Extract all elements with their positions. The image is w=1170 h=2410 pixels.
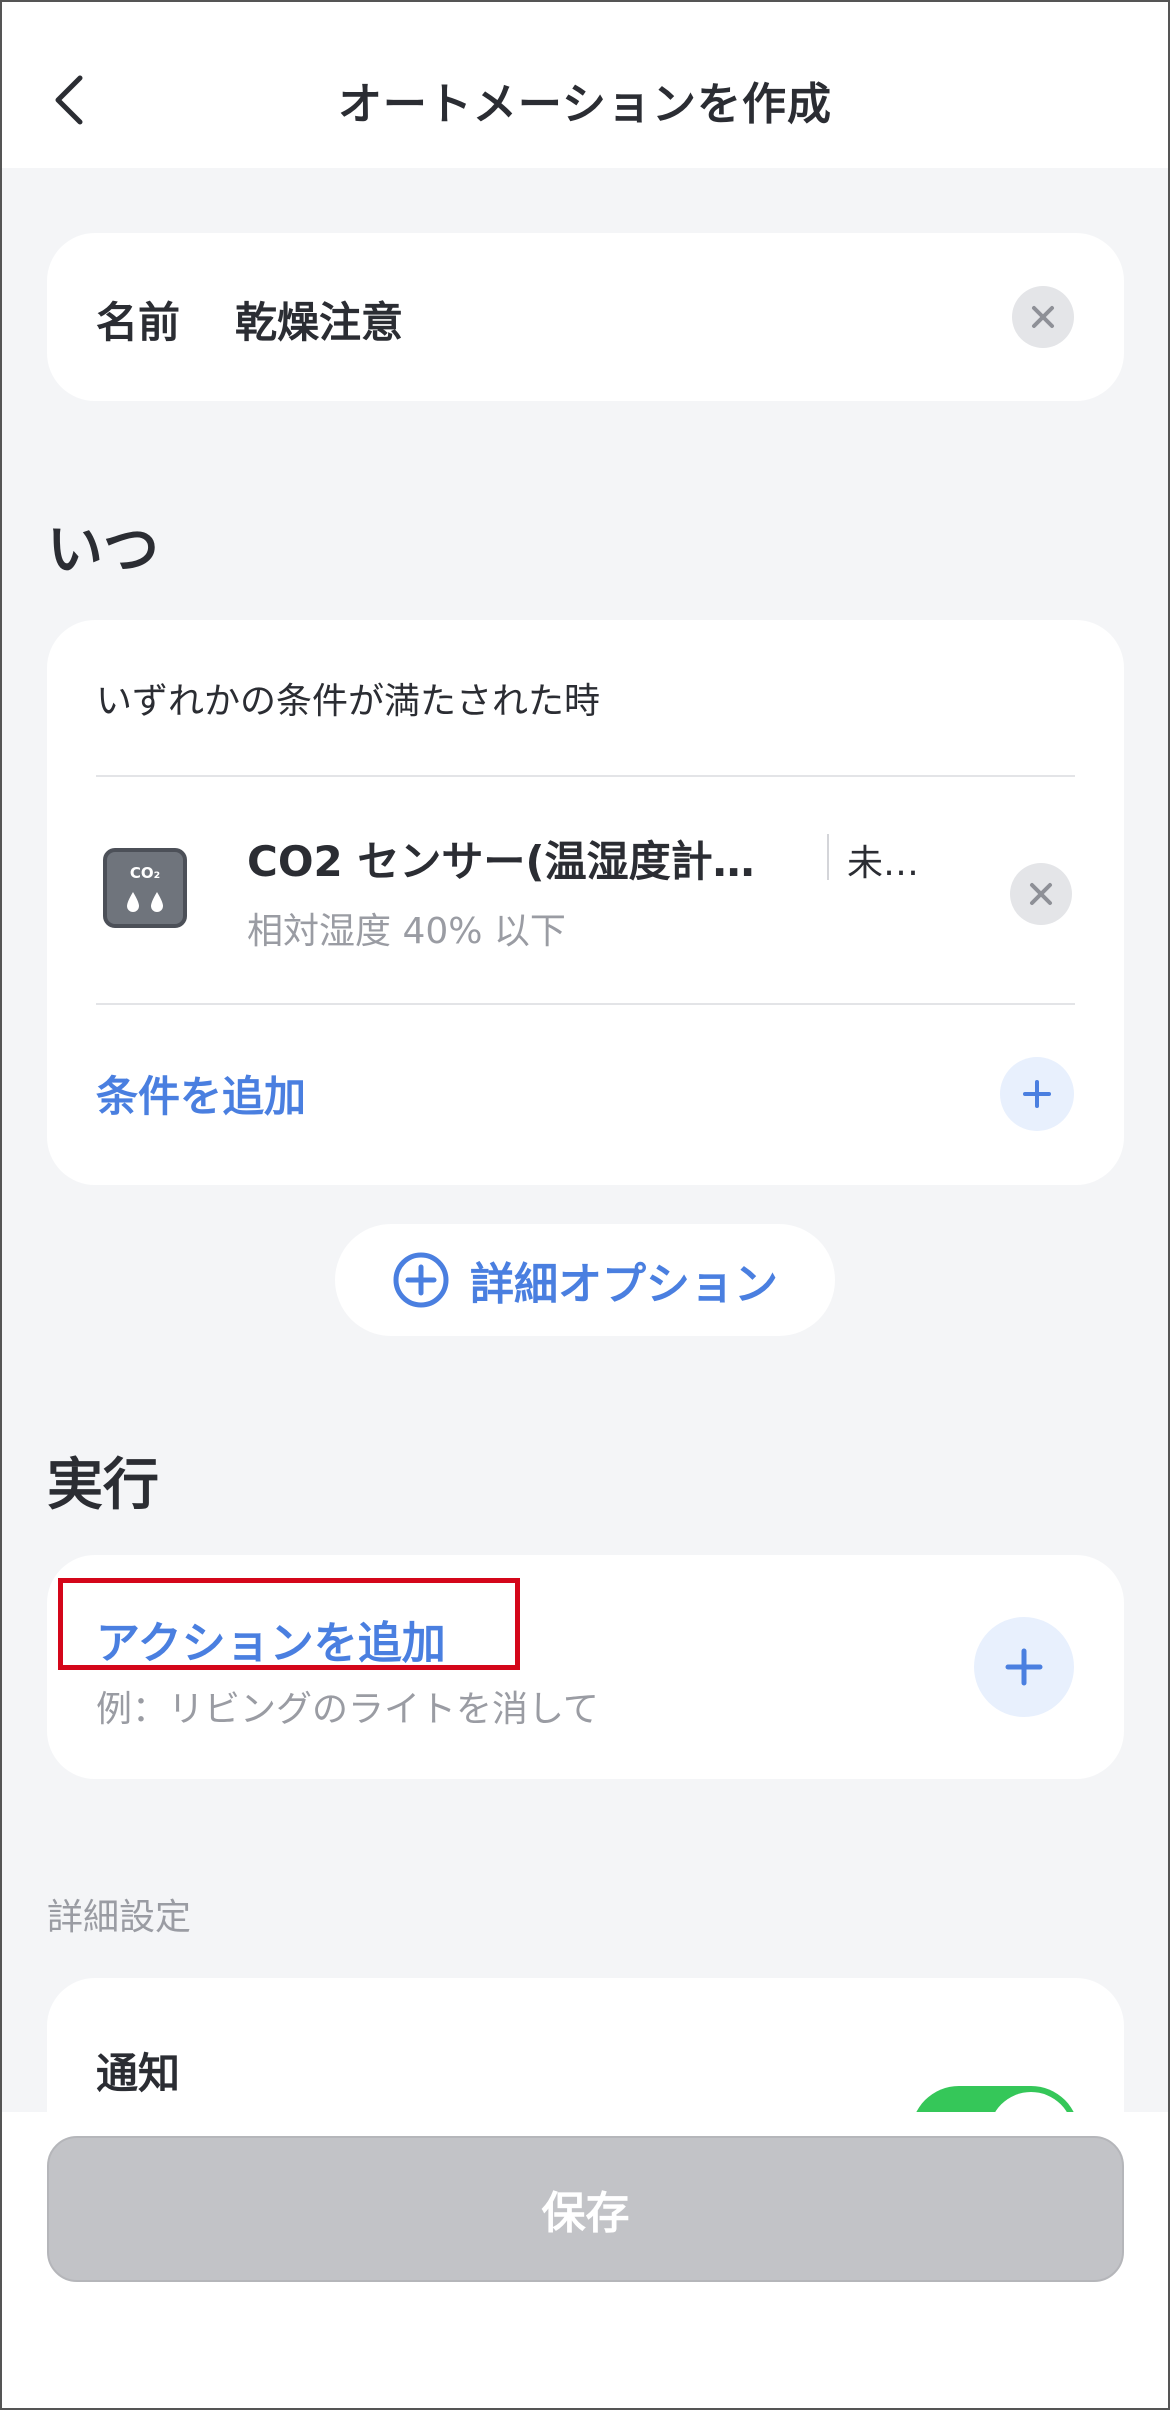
plus-icon bbox=[1023, 1080, 1051, 1108]
condition-device-name[interactable]: CO2 センサー(温湿度計… bbox=[247, 828, 755, 889]
highlight-box bbox=[58, 1578, 520, 1670]
bottom-bar: 保存 bbox=[0, 2112, 1170, 2410]
advanced-settings-label: 詳細設定 bbox=[47, 1897, 192, 1938]
name-label: 名前 bbox=[96, 298, 181, 347]
remove-condition-button[interactable] bbox=[1010, 863, 1072, 925]
save-button[interactable]: 保存 bbox=[47, 2136, 1124, 2282]
name-card[interactable]: 名前 乾燥注意 bbox=[47, 233, 1124, 401]
divider bbox=[827, 834, 829, 880]
close-icon bbox=[1032, 306, 1054, 328]
close-icon bbox=[1030, 883, 1052, 905]
svg-text:CO₂: CO₂ bbox=[130, 864, 160, 882]
add-action-plus-button[interactable] bbox=[974, 1617, 1074, 1717]
notification-label: 通知 bbox=[96, 2049, 181, 2098]
add-condition-plus-button[interactable] bbox=[1000, 1057, 1074, 1131]
plus-circle-icon bbox=[393, 1252, 449, 1308]
condition-rule: 相対湿度 40% 以下 bbox=[247, 911, 566, 952]
header: オートメーションを作成 bbox=[0, 0, 1170, 168]
divider bbox=[96, 775, 1075, 777]
co2-sensor-icon: CO₂ bbox=[103, 848, 187, 928]
divider bbox=[96, 1003, 1075, 1005]
section-title-when: いつ bbox=[47, 518, 159, 583]
section-title-execute: 実行 bbox=[47, 1453, 159, 1518]
conditions-card: いずれかの条件が満たされた時 CO₂ CO2 センサー(温湿度計… 未… 相対湿… bbox=[47, 620, 1124, 1185]
name-input[interactable]: 乾燥注意 bbox=[235, 289, 403, 350]
condition-device-room: 未… bbox=[847, 843, 920, 884]
condition-mode-selector[interactable]: いずれかの条件が満たされた時 bbox=[96, 672, 600, 724]
detail-options-button[interactable]: 詳細オプション bbox=[335, 1224, 835, 1336]
clear-name-button[interactable] bbox=[1012, 286, 1074, 348]
add-condition-button[interactable]: 条件を追加 bbox=[96, 1063, 306, 1124]
action-example-hint: 例：リビングのライトを消して bbox=[96, 1689, 599, 1730]
detail-options-label: 詳細オプション bbox=[470, 1259, 778, 1310]
plus-icon bbox=[1005, 1648, 1043, 1686]
page-title: オートメーションを作成 bbox=[337, 79, 833, 130]
